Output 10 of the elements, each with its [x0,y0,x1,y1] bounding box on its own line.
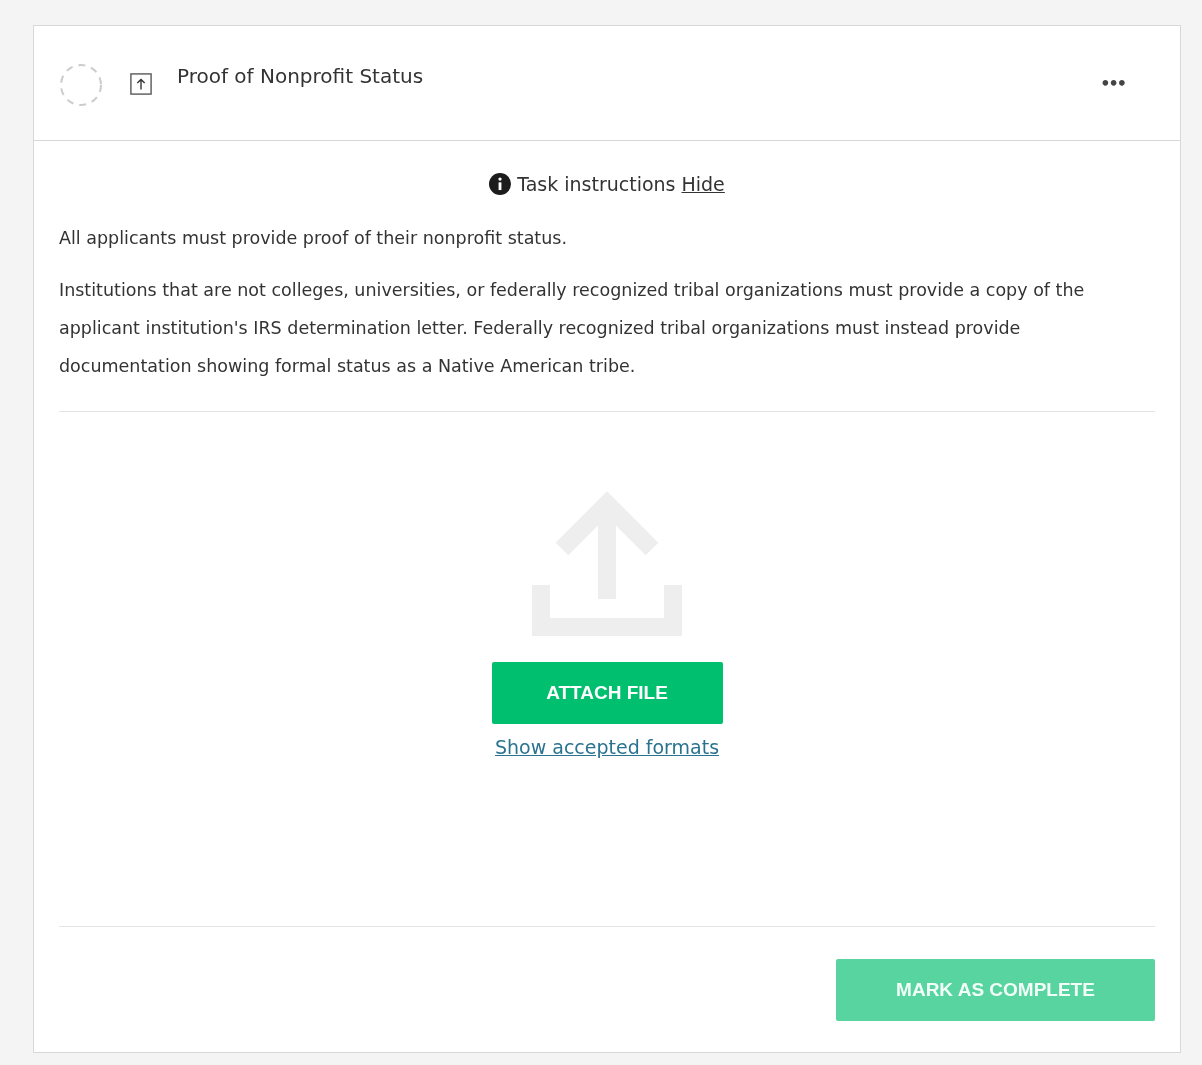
instructions-label: Task instructions [517,173,676,195]
hide-link[interactable]: Hide [681,173,725,195]
status-circle-icon[interactable] [59,62,103,107]
upload-icon [130,73,152,95]
show-formats-link[interactable]: Show accepted formats [494,736,720,758]
more-options-button[interactable]: ••• [1100,73,1125,93]
instruction-paragraph: Institutions that are not colleges, universities, or federally recognized tribal organizations must provide a copy of the applicant institution's IRS determination letter. Federally recognized tribal organizations must instead provide documentation showing formal status as a Native American tribe. [59,279,1086,378]
instruction-paragraph: All applicants must provide proof of their nonprofit status. [59,227,568,250]
task-title: Proof of Nonprofit Status [177,64,424,88]
info-icon [489,173,512,195]
